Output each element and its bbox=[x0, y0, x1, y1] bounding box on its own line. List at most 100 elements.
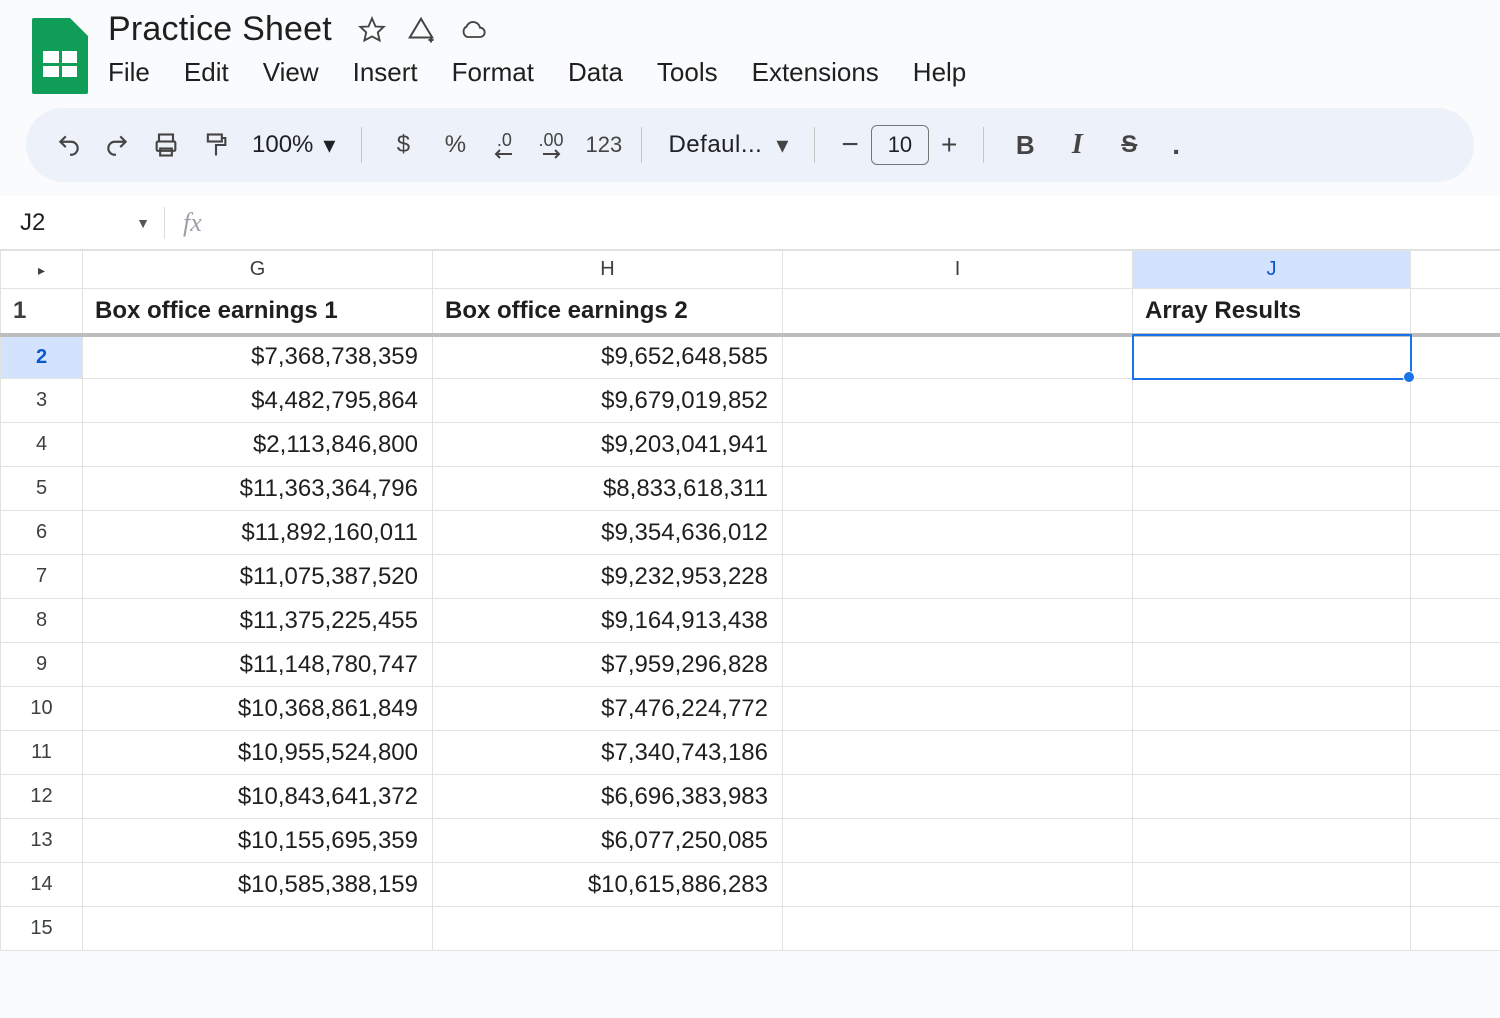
cell-h[interactable] bbox=[433, 907, 783, 951]
italic-button[interactable]: I bbox=[1062, 129, 1092, 161]
row-header[interactable]: 6 bbox=[1, 511, 83, 555]
cell-j[interactable] bbox=[1133, 819, 1411, 863]
row-header[interactable]: 2 bbox=[1, 335, 83, 379]
cell-j[interactable] bbox=[1133, 863, 1411, 907]
cell-h[interactable]: $8,833,618,311 bbox=[433, 467, 783, 511]
cell-j[interactable] bbox=[1133, 775, 1411, 819]
cell-tail[interactable] bbox=[1411, 289, 1500, 335]
cell-g[interactable]: $4,482,795,864 bbox=[83, 379, 433, 423]
cell-h[interactable]: $9,652,648,585 bbox=[433, 335, 783, 379]
cell-i[interactable] bbox=[783, 687, 1133, 731]
cell-g[interactable]: $10,955,524,800 bbox=[83, 731, 433, 775]
strikethrough-button[interactable]: S bbox=[1114, 131, 1144, 159]
cell-i[interactable] bbox=[783, 467, 1133, 511]
cell-h[interactable]: $7,340,743,186 bbox=[433, 731, 783, 775]
cell-h[interactable]: $6,696,383,983 bbox=[433, 775, 783, 819]
cloud-status-icon[interactable] bbox=[456, 16, 490, 44]
formula-input[interactable] bbox=[202, 196, 1500, 249]
cell-j1[interactable]: Array Results bbox=[1133, 289, 1411, 335]
menu-extensions[interactable]: Extensions bbox=[752, 57, 879, 88]
cell-j[interactable] bbox=[1133, 555, 1411, 599]
menu-view[interactable]: View bbox=[263, 57, 319, 88]
cell-i[interactable] bbox=[783, 511, 1133, 555]
doc-title[interactable]: Practice Sheet bbox=[108, 10, 332, 49]
cell-j[interactable] bbox=[1133, 687, 1411, 731]
row-header[interactable]: 10 bbox=[1, 687, 83, 731]
cell-j[interactable] bbox=[1133, 379, 1411, 423]
cell-tail[interactable] bbox=[1411, 511, 1500, 555]
toolbar-more-icon[interactable]: . bbox=[1172, 129, 1180, 161]
name-box[interactable]: J2 ▼ bbox=[14, 209, 164, 237]
col-header-j[interactable]: J bbox=[1133, 251, 1411, 289]
cell-tail[interactable] bbox=[1411, 687, 1500, 731]
row-header[interactable]: 13 bbox=[1, 819, 83, 863]
col-header-g[interactable]: G bbox=[83, 251, 433, 289]
cell-i[interactable] bbox=[783, 863, 1133, 907]
cell-h[interactable]: $6,077,250,085 bbox=[433, 819, 783, 863]
spreadsheet-grid[interactable]: ▸ G H I J 1Box office earnings 1Box offi… bbox=[0, 250, 1500, 951]
cell-g[interactable]: $10,155,695,359 bbox=[83, 819, 433, 863]
font-size-input[interactable]: 10 bbox=[871, 125, 929, 165]
cell-i1[interactable] bbox=[783, 289, 1133, 335]
cell-i[interactable] bbox=[783, 731, 1133, 775]
select-all-corner[interactable]: ▸ bbox=[1, 251, 83, 289]
col-header-h[interactable]: H bbox=[433, 251, 783, 289]
increase-font-size-button[interactable]: + bbox=[941, 129, 957, 161]
cell-tail[interactable] bbox=[1411, 775, 1500, 819]
cell-i[interactable] bbox=[783, 643, 1133, 687]
menu-help[interactable]: Help bbox=[913, 57, 966, 88]
cell-tail[interactable] bbox=[1411, 555, 1500, 599]
cell-h[interactable]: $9,203,041,941 bbox=[433, 423, 783, 467]
cell-h[interactable]: $7,959,296,828 bbox=[433, 643, 783, 687]
more-formats-button[interactable]: 123 bbox=[585, 132, 615, 158]
row-header[interactable]: 11 bbox=[1, 731, 83, 775]
bold-button[interactable]: B bbox=[1010, 130, 1040, 161]
cell-g[interactable]: $10,368,861,849 bbox=[83, 687, 433, 731]
cell-tail[interactable] bbox=[1411, 423, 1500, 467]
cell-g[interactable]: $2,113,846,800 bbox=[83, 423, 433, 467]
increase-decimal-button[interactable]: .00 bbox=[538, 131, 563, 159]
row-header[interactable]: 4 bbox=[1, 423, 83, 467]
row-header[interactable]: 5 bbox=[1, 467, 83, 511]
cell-j[interactable] bbox=[1133, 335, 1411, 379]
cell-g[interactable]: $11,363,364,796 bbox=[83, 467, 433, 511]
cell-h[interactable]: $7,476,224,772 bbox=[433, 687, 783, 731]
cell-j[interactable] bbox=[1133, 599, 1411, 643]
zoom-select[interactable]: 100% ▾ bbox=[252, 131, 335, 160]
print-icon[interactable] bbox=[152, 131, 180, 159]
cell-i[interactable] bbox=[783, 555, 1133, 599]
cell-i[interactable] bbox=[783, 379, 1133, 423]
format-percent-button[interactable]: % bbox=[440, 131, 470, 159]
menu-insert[interactable]: Insert bbox=[353, 57, 418, 88]
paint-format-icon[interactable] bbox=[202, 131, 230, 159]
decrease-font-size-button[interactable]: − bbox=[841, 128, 859, 162]
cell-tail[interactable] bbox=[1411, 379, 1500, 423]
row-header[interactable]: 7 bbox=[1, 555, 83, 599]
row-header[interactable]: 9 bbox=[1, 643, 83, 687]
cell-h[interactable]: $10,615,886,283 bbox=[433, 863, 783, 907]
cell-h1[interactable]: Box office earnings 2 bbox=[433, 289, 783, 335]
row-header[interactable]: 8 bbox=[1, 599, 83, 643]
cell-tail[interactable] bbox=[1411, 819, 1500, 863]
cell-g[interactable]: $10,585,388,159 bbox=[83, 863, 433, 907]
cell-j[interactable] bbox=[1133, 467, 1411, 511]
menu-format[interactable]: Format bbox=[452, 57, 534, 88]
font-select[interactable]: Defaul... ▾ bbox=[668, 131, 788, 160]
cell-i[interactable] bbox=[783, 907, 1133, 951]
expand-columns-icon[interactable]: ▸ bbox=[38, 262, 45, 278]
cell-j[interactable] bbox=[1133, 907, 1411, 951]
cell-tail[interactable] bbox=[1411, 467, 1500, 511]
menu-file[interactable]: File bbox=[108, 57, 150, 88]
decrease-decimal-button[interactable]: .0 bbox=[492, 131, 516, 159]
cell-g[interactable]: $11,375,225,455 bbox=[83, 599, 433, 643]
row-header[interactable]: 14 bbox=[1, 863, 83, 907]
cell-g[interactable]: $7,368,738,359 bbox=[83, 335, 433, 379]
cell-tail[interactable] bbox=[1411, 335, 1500, 379]
cell-g[interactable]: $11,892,160,011 bbox=[83, 511, 433, 555]
undo-icon[interactable] bbox=[56, 132, 82, 158]
cell-g[interactable]: $11,075,387,520 bbox=[83, 555, 433, 599]
col-header-next[interactable] bbox=[1411, 251, 1500, 289]
redo-icon[interactable] bbox=[104, 132, 130, 158]
cell-g[interactable]: $10,843,641,372 bbox=[83, 775, 433, 819]
cell-i[interactable] bbox=[783, 423, 1133, 467]
